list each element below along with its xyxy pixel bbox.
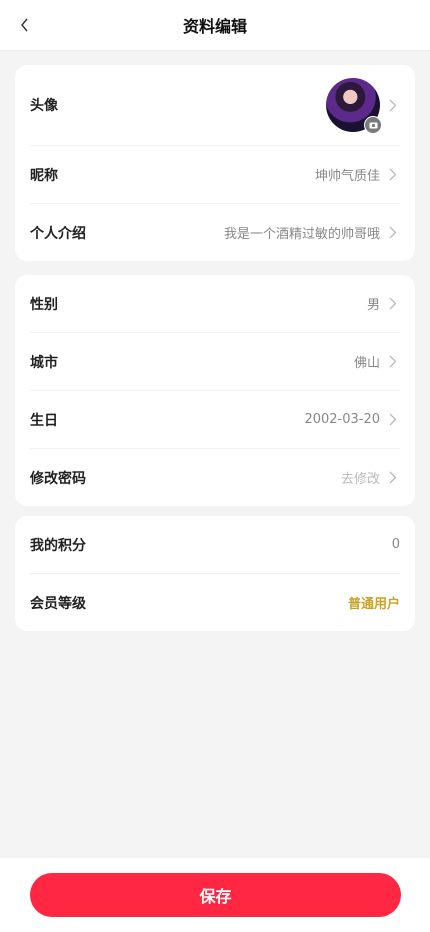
page-title: 资料编辑 <box>182 17 247 36</box>
intro-value: 我是一个酒精过敏的帅哥哦 <box>223 227 380 242</box>
birthday-label: 生日 <box>30 412 58 429</box>
back-button[interactable] <box>14 13 36 37</box>
city-label: 城市 <box>30 354 58 371</box>
intro-row[interactable]: 个人介绍 我是一个酒精过敏的帅哥哦 <box>30 204 400 261</box>
gender-label: 性别 <box>30 296 58 313</box>
chevron-right-icon <box>386 168 400 182</box>
intro-label: 个人介绍 <box>30 225 86 242</box>
points-value: 0 <box>391 537 400 552</box>
chevron-right-icon <box>386 355 400 369</box>
chevron-right-icon <box>386 226 400 240</box>
password-row[interactable]: 修改密码 去修改 <box>30 449 400 506</box>
points-label: 我的积分 <box>30 537 86 554</box>
info-card: 性别 男 城市 佛山 生日 2002-03-20 修改密码 去修改 <box>15 275 415 506</box>
camera-icon <box>364 116 382 134</box>
level-row: 会员等级 普通用户 <box>30 574 400 631</box>
points-row: 我的积分 0 <box>30 516 400 574</box>
member-card: 我的积分 0 会员等级 普通用户 <box>15 516 415 631</box>
city-value: 佛山 <box>353 356 380 371</box>
chevron-right-icon <box>386 297 400 311</box>
chevron-right-icon <box>386 98 400 112</box>
nickname-label: 昵称 <box>30 167 58 184</box>
birthday-value: 2002-03-20 <box>304 412 380 427</box>
bottom-bar: 保存 <box>0 858 430 932</box>
birthday-row[interactable]: 生日 2002-03-20 <box>30 391 400 449</box>
save-button[interactable]: 保存 <box>30 873 401 917</box>
city-row[interactable]: 城市 佛山 <box>30 333 400 391</box>
chevron-right-icon <box>386 471 400 485</box>
avatar-row[interactable]: 头像 <box>30 65 400 146</box>
chevron-right-icon <box>386 413 400 427</box>
password-value: 去修改 <box>340 472 380 487</box>
profile-card: 头像 昵称 坤帅气质佳 个人介绍 我是一个酒精过敏的帅哥哦 <box>15 65 415 261</box>
chevron-left-icon <box>21 18 28 32</box>
avatar-label: 头像 <box>30 98 58 114</box>
top-bar: 资料编辑 <box>0 0 430 51</box>
avatar[interactable] <box>326 78 382 134</box>
nickname-value: 坤帅气质佳 <box>314 169 380 184</box>
gender-value: 男 <box>366 298 380 313</box>
gender-row[interactable]: 性别 男 <box>30 275 400 333</box>
nickname-row[interactable]: 昵称 坤帅气质佳 <box>30 146 400 204</box>
password-label: 修改密码 <box>30 470 86 487</box>
level-value: 普通用户 <box>347 597 400 612</box>
level-label: 会员等级 <box>30 595 86 612</box>
